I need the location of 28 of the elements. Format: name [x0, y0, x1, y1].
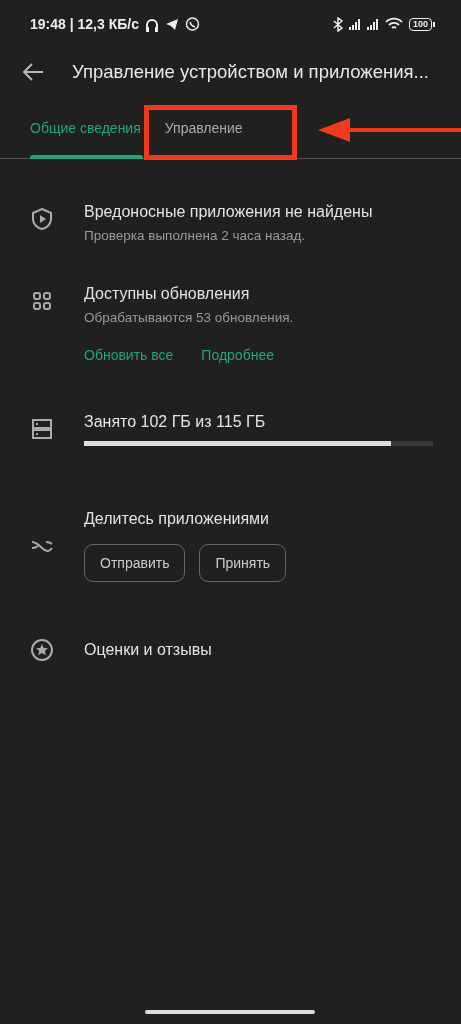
item-subtitle: Обрабатываются 53 обновления. — [84, 310, 295, 325]
wifi-icon — [384, 17, 403, 31]
status-time: 19:48 | 12,3 КБ/с — [30, 16, 139, 32]
phone-bubble-icon — [184, 16, 200, 32]
tab[interactable]: Управление — [152, 108, 255, 158]
item-title: Занято 102 ГБ из 115 ГБ — [84, 412, 267, 432]
tab[interactable]: Общие сведения — [18, 108, 153, 158]
item-title: Оценки и отзывы — [84, 640, 213, 660]
item-title: Делитесь приложениями — [84, 509, 270, 529]
bluetooth-icon — [332, 16, 343, 32]
grid-icon — [30, 289, 54, 313]
signal-icon — [348, 18, 361, 30]
ratings-row[interactable]: Оценки и отзывы — [0, 600, 461, 680]
action-link[interactable]: Обновить все — [84, 347, 174, 363]
screen-title: Управление устройством и приложения... — [72, 61, 429, 83]
battery-indicator: 100 — [408, 17, 435, 31]
signal-icon — [366, 18, 379, 30]
item-subtitle: Проверка выполнена 2 часа назад. — [84, 228, 307, 243]
headphones-icon — [144, 16, 159, 32]
outline-button[interactable]: Отправить — [84, 544, 186, 582]
action-link[interactable]: Подробнее — [201, 347, 274, 363]
item-title: Доступны обновления — [84, 284, 251, 304]
storage-icon — [30, 417, 54, 441]
item-title: Вредоносные приложения не найдены — [84, 202, 374, 222]
paper-plane-icon — [164, 17, 179, 31]
shield-icon — [30, 207, 54, 231]
outline-button[interactable]: Принять — [199, 544, 287, 582]
back-arrow-icon[interactable] — [22, 63, 44, 81]
